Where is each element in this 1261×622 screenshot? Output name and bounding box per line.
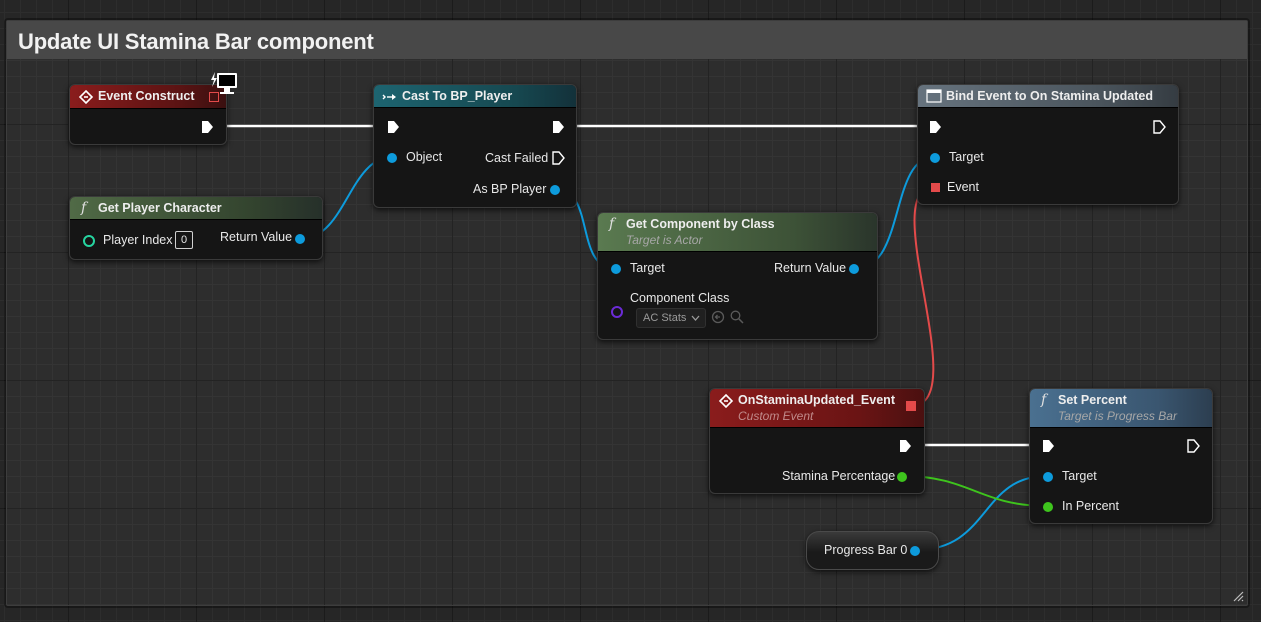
node-header[interactable]: Bind Event to On Stamina Updated (918, 85, 1178, 108)
exec-out-pin[interactable] (1186, 439, 1200, 453)
in-percent-pin[interactable] (1043, 502, 1053, 512)
in-percent-label: In Percent (1062, 499, 1119, 513)
return-value-pin[interactable] (849, 264, 859, 274)
on-stamina-updated-event-node[interactable]: OnStaminaUpdated_Event Custom Event Stam… (709, 388, 925, 494)
progress-bar-variable-node[interactable]: Progress Bar 0 (806, 531, 939, 570)
node-header[interactable]: f Get Player Character (70, 197, 322, 220)
target-pin[interactable] (930, 153, 940, 163)
function-f-icon: f (609, 216, 615, 232)
node-title: OnStaminaUpdated_Event (738, 393, 895, 407)
node-subtitle: Target is Actor (626, 233, 703, 247)
target-label: Target (1062, 469, 1097, 483)
progress-bar-out-pin[interactable] (910, 546, 920, 556)
exec-out-pin[interactable] (200, 120, 214, 134)
exec-out-pin[interactable] (551, 120, 565, 134)
object-pin[interactable] (387, 153, 397, 163)
node-title: Bind Event to On Stamina Updated (946, 89, 1153, 103)
node-title: Get Player Character (98, 201, 222, 215)
target-pin[interactable] (1043, 472, 1053, 482)
return-value-pin[interactable] (295, 234, 305, 244)
node-header[interactable]: Cast To BP_Player (374, 85, 576, 108)
player-index-input[interactable]: 0 (175, 231, 193, 249)
object-label: Object (406, 150, 443, 164)
node-subtitle: Target is Progress Bar (1058, 409, 1177, 423)
event-label: Event (947, 180, 979, 194)
component-class-dropdown[interactable]: AC Stats (636, 308, 706, 328)
get-component-by-class-node[interactable]: f Get Component by Class Target is Actor… (597, 212, 878, 340)
node-header[interactable]: Event Construct (70, 85, 226, 109)
bind-event-icon (926, 89, 942, 103)
exec-in-pin[interactable] (928, 120, 942, 134)
cast-arrow-icon (382, 94, 396, 100)
return-value-label: Return Value (220, 230, 293, 244)
target-label: Target (630, 261, 665, 275)
node-header[interactable]: f Set Percent Target is Progress Bar (1030, 389, 1212, 428)
node-title: Event Construct (98, 89, 195, 103)
node-header[interactable]: OnStaminaUpdated_Event Custom Event (710, 389, 924, 428)
exec-in-pin[interactable] (1041, 439, 1055, 453)
bind-event-node[interactable]: Bind Event to On Stamina Updated Target … (917, 84, 1179, 205)
as-bp-player-pin[interactable] (550, 185, 560, 195)
target-pin[interactable] (611, 264, 621, 274)
node-header[interactable]: f Get Component by Class Target is Actor (598, 213, 877, 252)
node-subtitle: Custom Event (738, 409, 814, 423)
exec-in-pin[interactable] (386, 120, 400, 134)
event-diamond-icon (78, 90, 94, 104)
function-f-icon: f (81, 200, 87, 216)
function-f-icon: f (1041, 392, 1047, 408)
exec-out-pin[interactable] (1152, 120, 1166, 134)
exec-out-pin[interactable] (898, 439, 912, 453)
component-class-value: AC Stats (643, 312, 687, 324)
event-diamond-icon (718, 394, 734, 408)
chevron-down-icon (691, 315, 700, 321)
search-icon[interactable] (730, 310, 744, 324)
progress-bar-label: Progress Bar 0 (824, 543, 908, 557)
stamina-percentage-label: Stamina Percentage (782, 469, 896, 483)
event-construct-node[interactable]: Event Construct (69, 84, 227, 145)
target-label: Target (949, 150, 984, 164)
delegate-wire-event-to-bind (910, 186, 935, 407)
cast-failed-label: Cast Failed (485, 151, 549, 165)
client-monitor-icon (211, 72, 237, 94)
cast-failed-exec-pin[interactable] (551, 151, 565, 165)
cast-to-bp-player-node[interactable]: Cast To BP_Player Object Cast Failed As … (373, 84, 577, 208)
player-index-pin[interactable] (83, 235, 95, 247)
player-index-label: Player Index (103, 233, 173, 247)
event-delegate-pin[interactable] (931, 183, 940, 192)
get-player-character-node[interactable]: f Get Player Character Player Index 0 Re… (69, 196, 323, 260)
set-percent-node[interactable]: f Set Percent Target is Progress Bar Tar… (1029, 388, 1213, 524)
node-title: Cast To BP_Player (402, 89, 513, 103)
node-title: Set Percent (1058, 393, 1127, 407)
as-bp-player-label: As BP Player (473, 182, 547, 196)
delegate-out-pin[interactable] (906, 401, 916, 411)
browse-arrow-icon[interactable] (711, 310, 725, 324)
node-title: Get Component by Class (626, 217, 775, 231)
stamina-percentage-pin[interactable] (897, 472, 907, 482)
component-class-label: Component Class (630, 291, 730, 305)
return-value-label: Return Value (774, 261, 847, 275)
component-class-pin[interactable] (611, 306, 623, 318)
